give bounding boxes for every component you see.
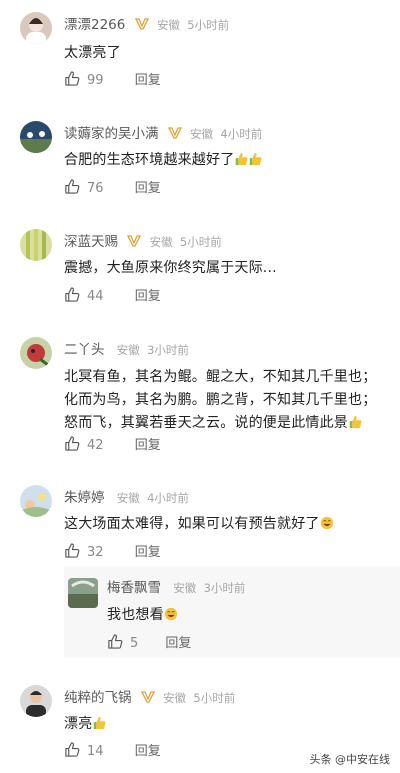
- reply-button[interactable]: 回复: [135, 289, 161, 304]
- like-button[interactable]: 42: [64, 435, 104, 456]
- username[interactable]: 梅香飘雪: [107, 580, 161, 596]
- laughing-face-icon: [164, 607, 177, 621]
- location: 安徽: [163, 691, 187, 705]
- timestamp: 3小时前: [147, 343, 189, 357]
- comment-text: 震撼，大鱼原来你终究属于天际...: [64, 260, 277, 276]
- comment-actions: 99 回复: [64, 70, 161, 90]
- reply-button[interactable]: 回复: [135, 744, 161, 759]
- avatar[interactable]: [20, 485, 52, 517]
- location: 安徽: [156, 18, 180, 32]
- reply-button[interactable]: 回复: [135, 73, 161, 88]
- v-badge-icon: [127, 235, 142, 247]
- avatar[interactable]: [20, 12, 52, 44]
- username[interactable]: 读薅家的吴小满: [64, 126, 159, 142]
- comment-actions: 32 回复: [64, 542, 161, 562]
- comment-text: 漂亮: [64, 713, 364, 736]
- timestamp: 5小时前: [187, 18, 230, 32]
- reply-button[interactable]: 回复: [135, 545, 161, 560]
- avatar[interactable]: [20, 121, 52, 153]
- thumbs-up-icon: [108, 634, 123, 649]
- reply-actions: 5 回复: [107, 633, 191, 653]
- location: 安徽: [149, 235, 173, 249]
- like-count: 14: [87, 744, 104, 759]
- like-count: 32: [87, 545, 104, 560]
- timestamp: 4小时前: [220, 127, 263, 141]
- v-badge-icon: [167, 127, 182, 139]
- reply-button[interactable]: 回复: [135, 181, 161, 196]
- reply-button[interactable]: 回复: [135, 438, 161, 453]
- like-button[interactable]: 99: [64, 70, 104, 91]
- thumbs-up-icon: [65, 742, 80, 757]
- thumbs-up-icon: [236, 152, 248, 166]
- reply-header: 梅香飘雪 安徽 3小时前: [107, 578, 245, 598]
- thumbs-up-icon: [65, 71, 80, 86]
- thumbs-up-icon: [349, 415, 362, 429]
- comment-header: 纯粹的飞锅 安徽 5小时前: [64, 688, 235, 708]
- thumbs-up-icon: [250, 152, 262, 166]
- timestamp: 5小时前: [179, 235, 222, 249]
- username[interactable]: 纯粹的飞锅: [64, 690, 132, 706]
- like-count: 5: [130, 636, 139, 651]
- avatar[interactable]: [20, 685, 52, 717]
- like-count: 99: [87, 73, 104, 88]
- comment-text: 合肥的生态环境越来越好了: [64, 149, 364, 172]
- comment-header: 漂漂2266 安徽 5小时前: [64, 15, 229, 35]
- like-button[interactable]: 44: [64, 286, 104, 307]
- avatar[interactable]: [20, 229, 52, 261]
- comment-actions: 14 回复: [64, 741, 161, 761]
- reply-button[interactable]: 回复: [165, 636, 191, 651]
- location: 安徽: [116, 491, 140, 505]
- timestamp: 3小时前: [203, 581, 246, 595]
- avatar[interactable]: [20, 337, 52, 369]
- like-button[interactable]: 76: [64, 178, 104, 199]
- like-button[interactable]: 32: [64, 542, 104, 563]
- timestamp: 4小时前: [147, 491, 189, 505]
- comment-text: 太漂亮了: [64, 45, 121, 61]
- thumbs-up-icon: [65, 179, 80, 194]
- comment-text: 这大场面太难得，如果可以有预告就好了: [64, 513, 384, 536]
- like-count: 42: [87, 438, 104, 453]
- comment-header: 朱婷婷 安徽 4小时前: [64, 488, 189, 508]
- like-button[interactable]: 14: [64, 741, 104, 762]
- laughing-face-icon: [320, 516, 333, 530]
- like-count: 76: [87, 181, 104, 196]
- timestamp: 5小时前: [193, 691, 236, 705]
- comment-list: 漂漂2266 安徽 5小时前 太漂亮了 99 回复 读薅家的吴小满 安徽 4小时…: [0, 0, 400, 773]
- reply-thread: 梅香飘雪 安徽 3小时前 我也想看 5 回复: [64, 566, 400, 658]
- username[interactable]: 深蓝天赐: [64, 234, 118, 250]
- like-count: 44: [87, 289, 104, 304]
- comment-actions: 76 回复: [64, 178, 161, 198]
- comment-header: 读薅家的吴小满 安徽 4小时前: [64, 124, 262, 144]
- watermark: 头条 @中安在线: [309, 753, 391, 766]
- comment-header: 深蓝天赐 安徽 5小时前: [64, 232, 222, 252]
- comment-header: 二丫头 安徽 3小时前: [64, 340, 189, 360]
- reply-text: 我也想看: [107, 604, 367, 627]
- like-button[interactable]: 5: [107, 633, 138, 654]
- location: 安徽: [116, 343, 140, 357]
- v-badge-icon: [134, 18, 149, 30]
- thumbs-up-icon: [65, 543, 80, 558]
- location: 安徽: [190, 127, 214, 141]
- comment-actions: 44 回复: [64, 286, 161, 306]
- username[interactable]: 朱婷婷: [64, 490, 105, 506]
- username[interactable]: 漂漂2266: [64, 17, 125, 33]
- comment-text: 北冥有鱼，其名为鲲。鲲之大，不知其几千里也；化而为鸟，其名为鹏。鹏之背，不知其几…: [64, 369, 377, 431]
- avatar[interactable]: [68, 578, 98, 608]
- thumbs-up-icon: [94, 716, 106, 730]
- v-badge-icon: [140, 691, 155, 703]
- username[interactable]: 二丫头: [64, 342, 105, 358]
- thumbs-up-icon: [65, 287, 80, 302]
- thumbs-up-icon: [65, 436, 80, 451]
- location: 安徽: [173, 581, 197, 595]
- comment-actions: 42 回复: [64, 435, 161, 455]
